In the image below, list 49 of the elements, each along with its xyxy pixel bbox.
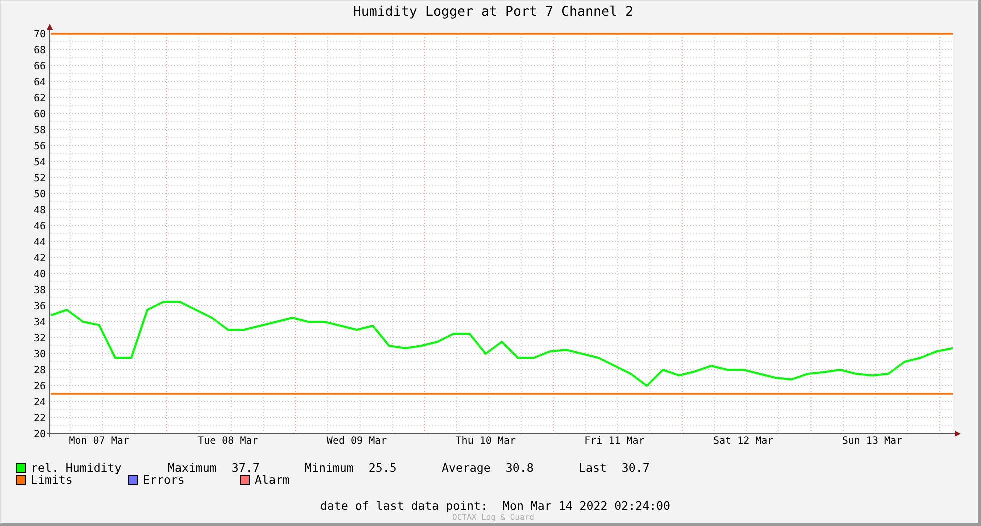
stat-label: Minimum xyxy=(305,462,354,474)
axis-label: 24 xyxy=(34,398,46,408)
axis-label: 44 xyxy=(34,238,46,248)
axis-label: 54 xyxy=(34,158,46,168)
axis-label: 30 xyxy=(34,350,46,360)
axis-label: 56 xyxy=(34,142,46,152)
stat-value: 37.7 xyxy=(232,462,260,474)
watermark-text: OCTAX Log & Guard xyxy=(452,513,534,522)
stat-value: 25.5 xyxy=(368,462,397,474)
axis-label: 42 xyxy=(34,254,46,264)
axis-label: 40 xyxy=(34,270,46,280)
legend-label: rel. Humidity xyxy=(31,462,122,474)
axis-label: Tue 08 Mar xyxy=(198,436,258,447)
chart-title: Humidity Logger at Port 7 Channel 2 xyxy=(353,4,634,20)
last-data-value: Mon Mar 14 2022 02:24:00 xyxy=(503,499,671,513)
axis-label: 52 xyxy=(34,174,46,184)
axis-label: 26 xyxy=(34,382,46,392)
stat-label: Maximum xyxy=(168,462,217,474)
axis-label: 36 xyxy=(34,302,46,312)
axis-label: 32 xyxy=(34,334,46,344)
axis-label: 68 xyxy=(34,46,46,56)
stat-value: 30.8 xyxy=(506,462,534,474)
axis-label: 22 xyxy=(34,414,46,424)
axis-label: Thu 10 Mar xyxy=(456,436,516,447)
axis-label: 70 xyxy=(34,30,46,40)
axis-label: 34 xyxy=(34,318,46,328)
stat-value: 30.7 xyxy=(622,462,650,474)
axis-label: Fri 11 Mar xyxy=(584,436,645,447)
axis-label: 66 xyxy=(34,62,46,72)
axis-label: 58 xyxy=(34,126,46,136)
axis-label: 20 xyxy=(34,430,46,440)
axis-label: 62 xyxy=(34,94,46,104)
axis-label: 38 xyxy=(34,286,46,296)
axis-label: Wed 09 Mar xyxy=(326,436,388,447)
axis-label: Sat 12 Mar xyxy=(714,436,774,447)
axis-label: 28 xyxy=(34,366,46,376)
axis-label: Mon 07 Mar xyxy=(69,436,130,447)
axis-label: 60 xyxy=(34,110,46,120)
stat-label: Average xyxy=(442,462,491,474)
axis-label: 50 xyxy=(34,190,46,200)
legend-label: Limits xyxy=(31,474,73,486)
last-data-label: date of last data point: xyxy=(320,499,488,513)
stat-label: Last xyxy=(579,462,607,474)
axis-label: 48 xyxy=(34,206,46,216)
axis-label: 46 xyxy=(34,222,46,232)
axis-label: Sun 13 Mar xyxy=(842,436,903,447)
axis-label: 64 xyxy=(34,78,46,88)
legend-label: Alarm xyxy=(255,474,290,486)
legend-label: Errors xyxy=(143,474,185,486)
